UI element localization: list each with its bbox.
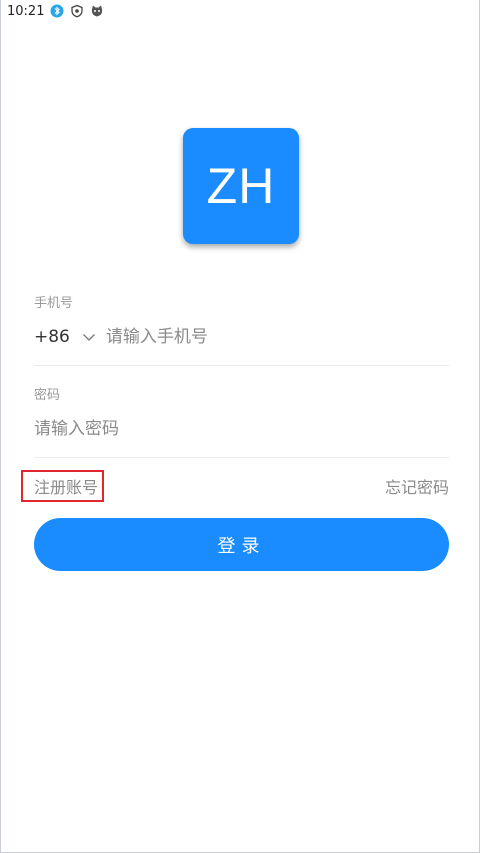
chevron-down-icon[interactable] [82,330,96,344]
phone-label: 手机号 [34,296,74,311]
password-input[interactable] [34,419,449,439]
app-logo-text: ZH [206,158,276,214]
status-bar: 10:21 [1,0,479,22]
country-code-selector[interactable]: +86 [34,327,70,347]
shield-icon [70,4,84,18]
app-cat-icon [90,4,104,18]
login-button[interactable]: 登录 [34,518,449,571]
status-time: 10:21 [7,3,45,19]
password-label: 密码 [34,388,61,403]
phone-divider [34,365,449,366]
phone-row: +86 [34,322,449,352]
auth-links-row: 注册账号 忘记密码 [21,470,449,502]
password-divider [34,457,449,458]
forgot-password-link[interactable]: 忘记密码 [385,474,449,498]
bluetooth-icon [50,4,64,18]
phone-input[interactable] [105,327,449,347]
register-link[interactable]: 注册账号 [21,470,105,502]
login-screen: 10:21 ZH 手机号 +86 请输入手机号 密码 注册账号 忘记密码 登录 [0,0,480,853]
app-logo: ZH [183,128,299,244]
password-row [34,414,449,444]
